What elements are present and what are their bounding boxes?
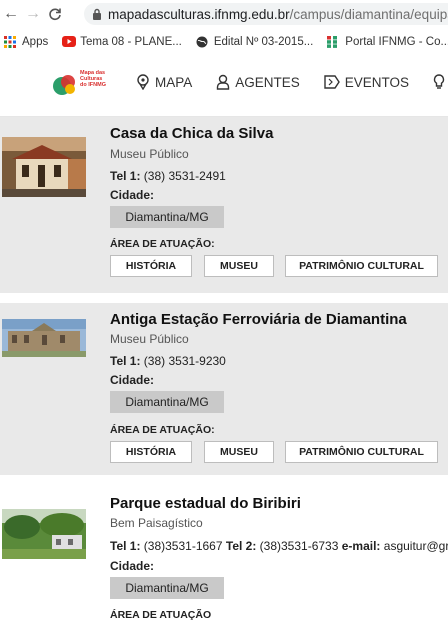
- map-pin-icon: [137, 74, 149, 90]
- area-label: ÁREA DE ATUAÇÃO:: [110, 238, 215, 250]
- place-title[interactable]: Casa da Chica da Silva: [110, 125, 273, 142]
- place-photo[interactable]: [2, 319, 86, 357]
- bookmarks-bar: Apps Tema 08 - PLANE... Edital Nº 03-201…: [0, 28, 448, 56]
- menu-agentes[interactable]: AGENTES: [216, 74, 300, 90]
- lock-icon: [92, 8, 102, 20]
- tag-historia[interactable]: HISTÓRIA: [110, 255, 192, 277]
- address-bar[interactable]: mapadasculturas.ifnmg.edu.br/campus/diam…: [84, 3, 448, 25]
- place-title[interactable]: Parque estadual do Biribiri: [110, 495, 301, 512]
- bookmark-portal[interactable]: Portal IFNMG - Co...: [327, 36, 448, 48]
- phone-label: Tel 1:: [110, 539, 141, 553]
- tag-museu[interactable]: MUSEU: [204, 255, 274, 277]
- bookmark-label: Apps: [22, 36, 49, 48]
- tag-museu[interactable]: MUSEU: [204, 441, 274, 463]
- phone-value-2: (38)3531-6733: [259, 539, 339, 553]
- menu-label: EVENTOS: [344, 74, 410, 90]
- tag-patrimonio[interactable]: PATRIMÔNIO CULTURAL: [285, 441, 438, 463]
- tag-patrimonio[interactable]: PATRIMÔNIO CULTURAL: [285, 255, 438, 277]
- list-item: Casa da Chica da Silva Museu Público Tel…: [0, 117, 448, 293]
- bookmark-label: Edital Nº 03-2015...: [213, 36, 314, 48]
- ticket-icon: [324, 75, 340, 89]
- menu-eventos[interactable]: EVENTOS: [324, 74, 409, 90]
- globe-icon: [196, 36, 208, 48]
- phone-value: (38)3531-1667: [143, 539, 223, 553]
- forward-icon[interactable]: →: [22, 3, 44, 25]
- phone-label: Tel 1:: [110, 354, 141, 368]
- phone-contacts: Tel 1: (38)3531-1667 Tel 2: (38)3531-673…: [110, 539, 448, 553]
- phone-1: Tel 1: (38) 3531-2491: [110, 169, 226, 183]
- phone-label: Tel 1:: [110, 169, 141, 183]
- url-path: /campus/diamantina/equipamento: [289, 6, 448, 22]
- place-type: Bem Paisagístico: [110, 516, 203, 530]
- menu-label: AGENTES: [235, 74, 300, 90]
- city-badge[interactable]: Diamantina/MG: [110, 577, 224, 599]
- bookmark-tema[interactable]: Tema 08 - PLANE...: [62, 36, 182, 48]
- phone-value: (38) 3531-9230: [143, 354, 226, 368]
- bookmark-label: Tema 08 - PLANE...: [80, 36, 182, 48]
- menu-projetos[interactable]: PR: [433, 74, 448, 90]
- city-label: Cidade:: [110, 559, 155, 573]
- bookmark-apps[interactable]: Apps: [4, 36, 48, 48]
- place-type: Museu Público: [110, 147, 189, 161]
- email-label: e-mail:: [341, 539, 381, 553]
- bookmark-label: Portal IFNMG - Co...: [345, 36, 448, 48]
- menu-mapa[interactable]: MAPA: [136, 74, 192, 90]
- city-label: Cidade:: [110, 188, 155, 202]
- lightbulb-icon: [433, 74, 445, 89]
- user-icon: [217, 74, 230, 90]
- ifnmg-icon: [327, 36, 339, 48]
- place-photo[interactable]: [2, 137, 86, 197]
- city-badge[interactable]: Diamantina/MG: [110, 206, 224, 228]
- menu-label: MAPA: [155, 74, 193, 90]
- phone-1: Tel 1: (38) 3531-9230: [110, 354, 226, 368]
- city-label: Cidade:: [110, 373, 155, 387]
- phone-value: (38) 3531-2491: [143, 169, 226, 183]
- reload-icon[interactable]: [44, 3, 66, 25]
- main-menu: MAPA AGENTES EVENTOS PR: [136, 74, 448, 90]
- tag-historia[interactable]: HISTÓRIA: [110, 441, 192, 463]
- list-item: Antiga Estação Ferroviária de Diamantina…: [0, 303, 448, 475]
- phone-label-2: Tel 2:: [225, 539, 257, 553]
- bookmark-edital[interactable]: Edital Nº 03-2015...: [196, 36, 313, 48]
- youtube-icon: [62, 36, 77, 48]
- list-item: Parque estadual do Biribiri Bem Paisagís…: [0, 491, 448, 621]
- area-label: ÁREA DE ATUAÇÃO:: [110, 424, 215, 436]
- back-icon[interactable]: ←: [0, 3, 22, 25]
- city-badge[interactable]: Diamantina/MG: [110, 391, 224, 413]
- place-title[interactable]: Antiga Estação Ferroviária de Diamantina: [110, 311, 407, 328]
- place-photo[interactable]: [2, 509, 86, 559]
- place-type: Museu Público: [110, 332, 189, 346]
- equipment-list: Casa da Chica da Silva Museu Público Tel…: [0, 117, 448, 621]
- logo-text: Mapa das Culturas do IFNMG: [80, 70, 106, 88]
- url-host: mapadasculturas.ifnmg.edu.br: [108, 6, 290, 22]
- site-header: Mapa das Culturas do IFNMG MAPA AGENTES …: [0, 56, 448, 117]
- site-logo[interactable]: Mapa das Culturas do IFNMG: [52, 68, 110, 100]
- area-label: ÁREA DE ATUAÇÃO: [110, 609, 212, 621]
- apps-grid-icon: [4, 36, 16, 48]
- email-value: asguitur@gr: [383, 539, 448, 553]
- browser-chrome: ← → mapadasculturas.ifnmg.edu.br/campus/…: [0, 0, 448, 56]
